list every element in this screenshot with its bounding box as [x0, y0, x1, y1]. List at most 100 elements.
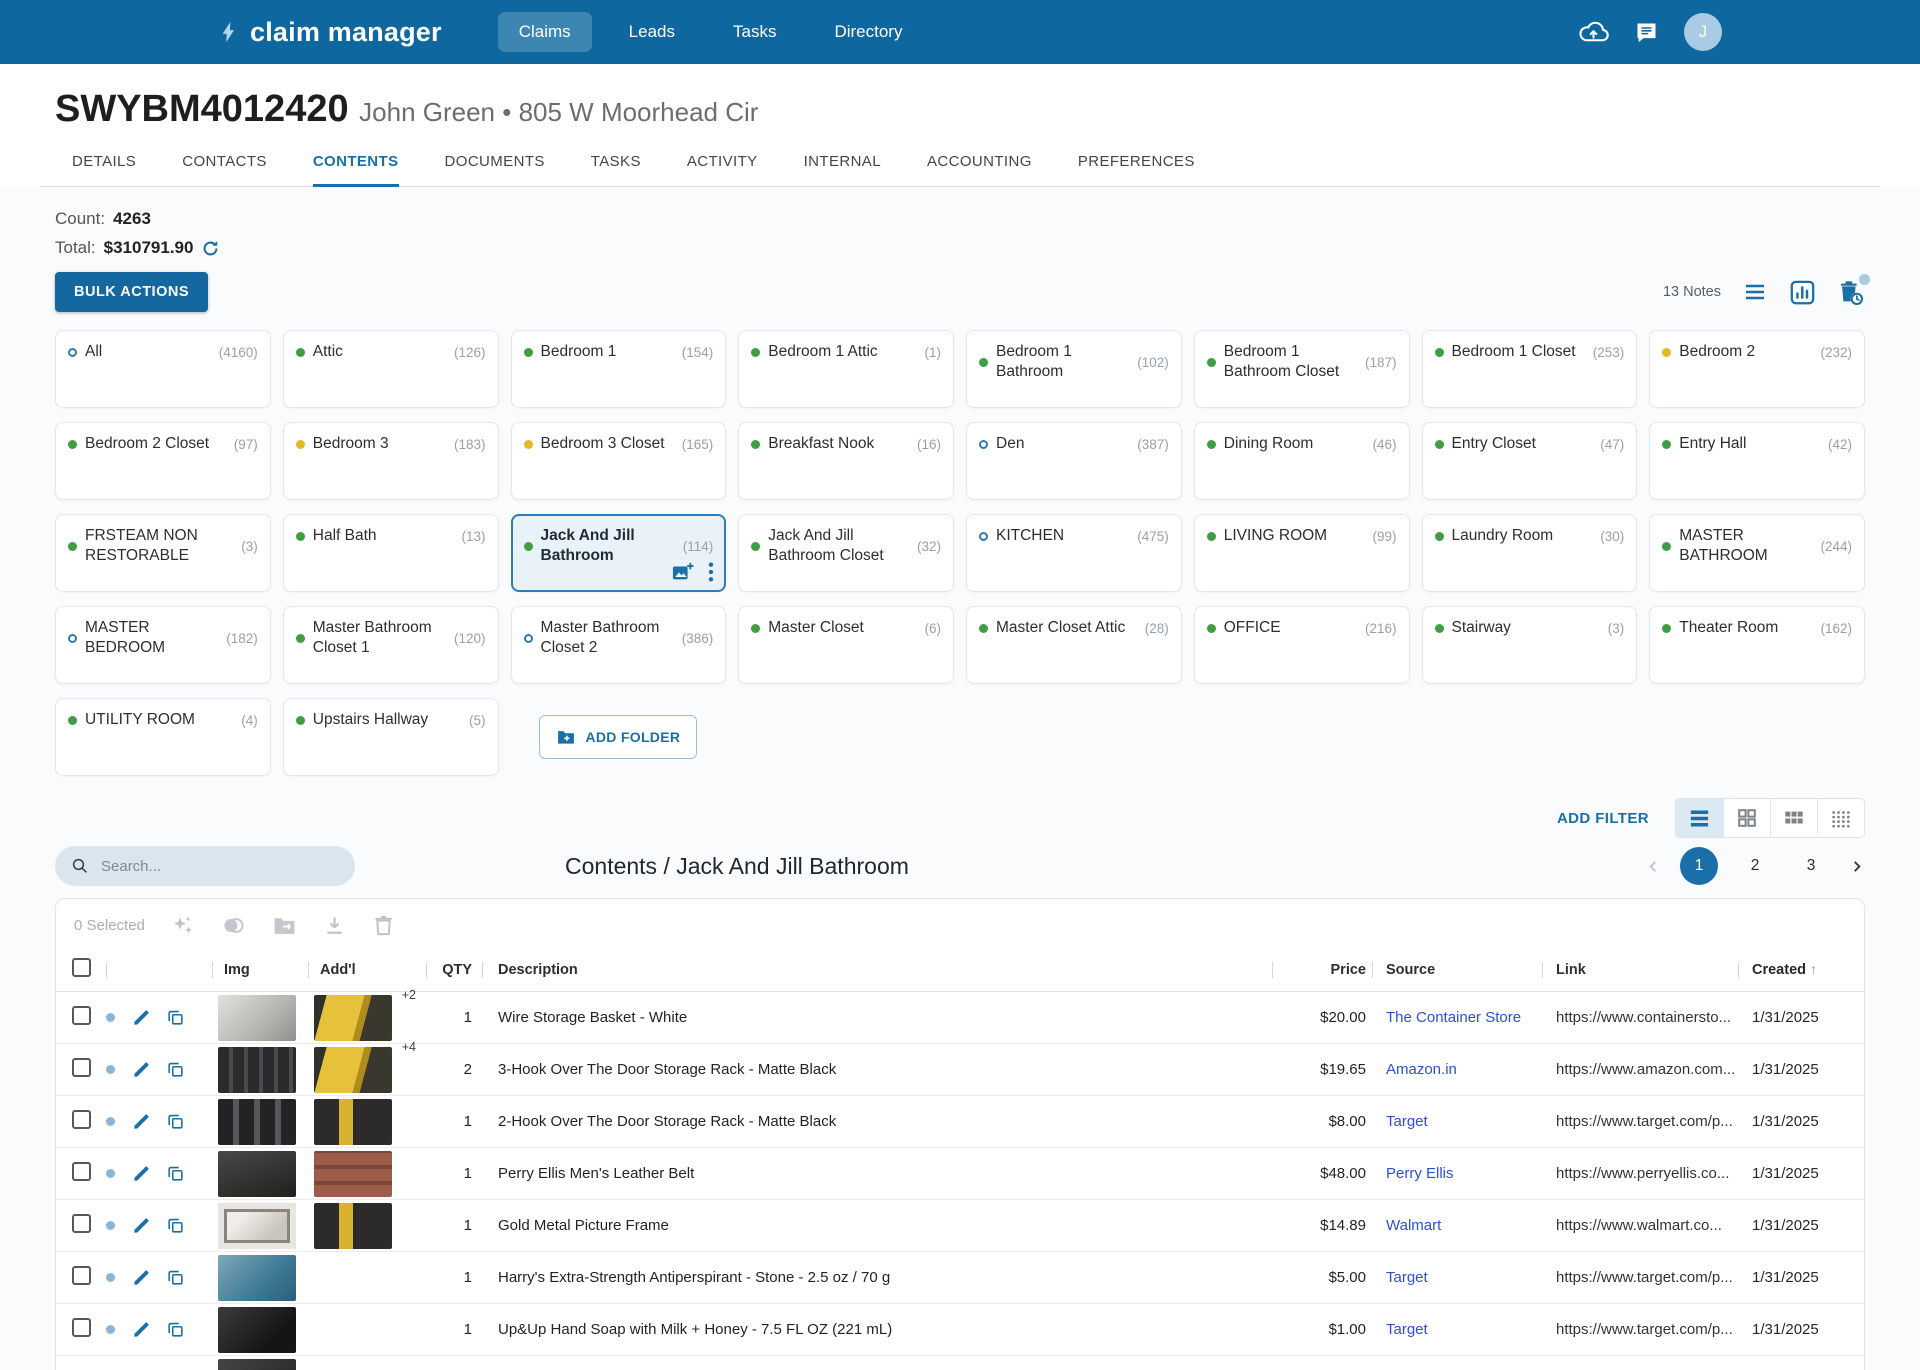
duplicate-icon[interactable] — [166, 1320, 212, 1339]
claim-tab-details[interactable]: DETAILS — [72, 153, 136, 187]
item-source-link[interactable]: Target — [1386, 1269, 1428, 1286]
row-checkbox[interactable] — [72, 1058, 91, 1077]
folder-card[interactable]: MASTER BEDROOM (182) — [55, 606, 271, 684]
item-source-link[interactable]: The Container Store — [1386, 1009, 1521, 1026]
bulk-actions-button[interactable]: BULK ACTIONS — [55, 272, 208, 312]
claim-tab-contents[interactable]: CONTENTS — [313, 153, 399, 187]
folder-card[interactable]: Den (387) — [966, 422, 1182, 500]
item-additional-image[interactable] — [314, 1047, 392, 1093]
trash-schedule-icon[interactable] — [1836, 278, 1865, 307]
nav-tab-claims[interactable]: Claims — [498, 12, 592, 52]
folder-card[interactable]: All (4160) — [55, 330, 271, 408]
folder-card[interactable]: Laundry Room (30) — [1422, 514, 1638, 592]
item-source-link[interactable]: Walmart — [1386, 1217, 1441, 1234]
folder-card[interactable]: Bedroom 2 Closet (97) — [55, 422, 271, 500]
col-created[interactable]: Created ↑ — [1738, 961, 1864, 978]
folder-card[interactable]: Half Bath (13) — [283, 514, 499, 592]
col-link[interactable]: Link — [1542, 962, 1738, 978]
folder-card[interactable]: Upstairs Hallway (5) — [283, 698, 499, 776]
folder-card[interactable]: Dining Room (46) — [1194, 422, 1410, 500]
item-additional-image[interactable] — [314, 1099, 392, 1145]
folder-card[interactable]: MASTER BATHROOM (244) — [1649, 514, 1865, 592]
folder-card[interactable]: KITCHEN (475) — [966, 514, 1182, 592]
item-source-link[interactable]: Target — [1386, 1321, 1428, 1338]
folder-card[interactable]: Entry Closet (47) — [1422, 422, 1638, 500]
duplicate-icon[interactable] — [166, 1112, 212, 1131]
folder-card[interactable]: Attic (126) — [283, 330, 499, 408]
claim-tab-preferences[interactable]: PREFERENCES — [1078, 153, 1195, 187]
folder-card[interactable]: LIVING ROOM (99) — [1194, 514, 1410, 592]
report-chart-icon[interactable] — [1789, 279, 1816, 306]
edit-icon[interactable] — [132, 1060, 166, 1079]
item-source-link[interactable]: Amazon.in — [1386, 1061, 1457, 1078]
edit-icon[interactable] — [132, 1268, 166, 1287]
edit-icon[interactable] — [132, 1112, 166, 1131]
col-img[interactable]: Img — [212, 962, 308, 978]
chat-icon[interactable] — [1633, 19, 1660, 46]
col-qty[interactable]: QTY — [426, 962, 482, 978]
avatar[interactable]: J — [1684, 13, 1722, 51]
folder-card[interactable]: Bedroom 1 Bathroom Closet (187) — [1194, 330, 1410, 408]
item-additional-image[interactable] — [314, 1151, 392, 1197]
claim-tab-contacts[interactable]: CONTACTS — [182, 153, 267, 187]
claim-tab-tasks[interactable]: TASKS — [591, 153, 641, 187]
view-compact-button[interactable] — [1817, 799, 1864, 837]
ai-sparkles-icon[interactable] — [171, 914, 195, 938]
folder-card[interactable]: Theater Room (162) — [1649, 606, 1865, 684]
select-all-checkbox[interactable] — [72, 958, 91, 977]
claim-tab-activity[interactable]: ACTIVITY — [687, 153, 758, 187]
item-additional-image[interactable] — [314, 1203, 392, 1249]
folder-card[interactable]: Jack And Jill Bathroom Closet (32) — [738, 514, 954, 592]
item-additional-image[interactable] — [314, 995, 392, 1041]
next-page-icon[interactable] — [1848, 858, 1865, 875]
item-image[interactable] — [218, 1307, 296, 1353]
item-image[interactable] — [218, 1203, 296, 1249]
item-image[interactable] — [218, 1047, 296, 1093]
claim-tab-documents[interactable]: DOCUMENTS — [445, 153, 545, 187]
row-checkbox[interactable] — [72, 1006, 91, 1025]
row-checkbox[interactable] — [72, 1214, 91, 1233]
download-icon[interactable] — [323, 914, 346, 937]
move-to-folder-icon[interactable] — [272, 913, 297, 938]
col-addl[interactable]: Add'l — [308, 962, 426, 978]
col-price[interactable]: Price — [1272, 962, 1372, 978]
add-filter-button[interactable]: ADD FILTER — [1557, 810, 1649, 827]
folder-card[interactable]: Master Closet Attic (28) — [966, 606, 1182, 684]
delete-icon[interactable] — [372, 914, 395, 937]
item-source-link[interactable]: Perry Ellis — [1386, 1165, 1454, 1182]
claim-tab-accounting[interactable]: ACCOUNTING — [927, 153, 1032, 187]
col-source[interactable]: Source — [1372, 962, 1542, 978]
folder-card[interactable]: Entry Hall (42) — [1649, 422, 1865, 500]
duplicate-icon[interactable] — [166, 1008, 212, 1027]
page-1[interactable]: 1 — [1680, 847, 1718, 885]
folder-card[interactable]: Master Bathroom Closet 2 (386) — [511, 606, 727, 684]
folder-card[interactable]: Master Closet (6) — [738, 606, 954, 684]
search-input[interactable] — [99, 857, 339, 876]
folder-card[interactable]: Jack And Jill Bathroom (114) — [511, 514, 727, 592]
folder-card[interactable]: Bedroom 1 Closet (253) — [1422, 330, 1638, 408]
row-checkbox[interactable] — [72, 1266, 91, 1285]
edit-icon[interactable] — [132, 1164, 166, 1183]
merge-items-icon[interactable] — [221, 913, 246, 938]
item-image[interactable] — [218, 1151, 296, 1197]
item-source-link[interactable]: Target — [1386, 1113, 1428, 1130]
page-2[interactable]: 2 — [1736, 847, 1774, 885]
folder-card[interactable]: FRSTEAM NON RESTORABLE (3) — [55, 514, 271, 592]
folder-card[interactable]: Bedroom 1 Bathroom (102) — [966, 330, 1182, 408]
row-checkbox[interactable] — [72, 1162, 91, 1181]
nav-tab-leads[interactable]: Leads — [608, 12, 696, 52]
duplicate-icon[interactable] — [166, 1268, 212, 1287]
view-list-button[interactable] — [1676, 799, 1723, 837]
folder-card[interactable]: Bedroom 3 (183) — [283, 422, 499, 500]
folder-card[interactable]: UTILITY ROOM (4) — [55, 698, 271, 776]
folder-card[interactable]: Bedroom 1 Attic (1) — [738, 330, 954, 408]
folder-card[interactable]: OFFICE (216) — [1194, 606, 1410, 684]
edit-icon[interactable] — [132, 1320, 166, 1339]
edit-icon[interactable] — [132, 1216, 166, 1235]
claim-tab-internal[interactable]: INTERNAL — [804, 153, 881, 187]
edit-icon[interactable] — [132, 1008, 166, 1027]
folder-card[interactable]: Stairway (3) — [1422, 606, 1638, 684]
add-image-icon[interactable] — [671, 561, 695, 583]
folder-card[interactable]: Bedroom 1 (154) — [511, 330, 727, 408]
page-3[interactable]: 3 — [1792, 847, 1830, 885]
